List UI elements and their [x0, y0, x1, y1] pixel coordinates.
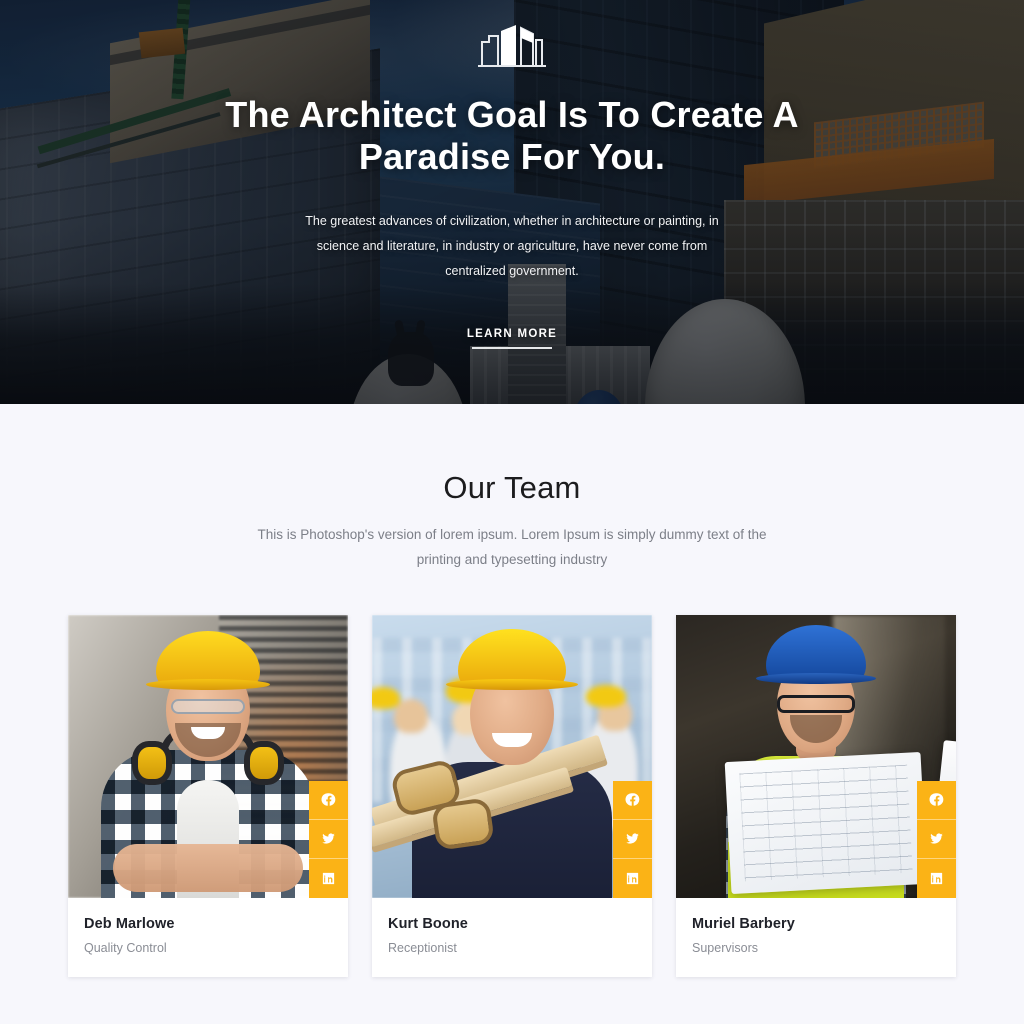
blueprint: [724, 751, 928, 894]
social-links: [917, 780, 956, 898]
hero-title: The Architect Goal Is To Create A Paradi…: [225, 94, 799, 178]
member-name: Muriel Barbery: [692, 915, 795, 932]
ear-defender-right: [244, 740, 284, 785]
hero-content: The Architect Goal Is To Create A Paradi…: [0, 0, 1024, 350]
safety-glasses: [171, 698, 245, 714]
learn-more-button[interactable]: LEARN MORE: [467, 328, 557, 347]
team-section: Our Team This is Photoshop's version of …: [0, 404, 1024, 977]
member-photo: [68, 614, 348, 898]
member-role: Quality Control: [84, 940, 167, 955]
person-illustration: [372, 615, 652, 898]
hero-subtitle: The greatest advances of civilization, w…: [305, 213, 719, 278]
hard-hat-brim: [146, 678, 270, 690]
team-heading: Our Team: [443, 470, 581, 505]
member-photo: [372, 614, 652, 898]
facebook-icon[interactable]: [917, 780, 956, 820]
team-card-list: Deb Marlowe Quality Control Kurt Boone R…: [0, 614, 1024, 977]
learn-more-underline: [472, 346, 552, 350]
social-links: [309, 780, 348, 898]
crossed-arms: [113, 843, 303, 892]
buildings-logo-icon: [0, 22, 1024, 68]
team-subheading: This is Photoshop's version of lorem ips…: [257, 527, 767, 567]
hard-hat-brim: [446, 678, 578, 690]
member-info: Muriel Barbery Supervisors: [676, 897, 956, 977]
member-name: Kurt Boone: [388, 915, 468, 932]
hero-cta-wrapper: LEARN MORE: [0, 328, 1024, 350]
twitter-icon[interactable]: [309, 819, 348, 859]
twitter-icon[interactable]: [613, 819, 652, 859]
person-illustration: [68, 615, 348, 898]
twitter-icon[interactable]: [917, 819, 956, 859]
member-photo: [676, 614, 956, 898]
linkedin-icon[interactable]: [309, 858, 348, 898]
member-role: Supervisors: [692, 940, 758, 955]
team-card[interactable]: Deb Marlowe Quality Control: [68, 614, 348, 977]
member-info: Deb Marlowe Quality Control: [68, 897, 348, 977]
hero-section: The Architect Goal Is To Create A Paradi…: [0, 0, 1024, 404]
ear-defender-left: [132, 740, 172, 785]
person-illustration: [676, 615, 956, 898]
social-links: [613, 780, 652, 898]
member-info: Kurt Boone Receptionist: [372, 897, 652, 977]
facebook-icon[interactable]: [309, 780, 348, 820]
team-card[interactable]: Kurt Boone Receptionist: [372, 614, 652, 977]
hard-hat-brim: [756, 672, 876, 684]
facebook-icon[interactable]: [613, 780, 652, 820]
linkedin-icon[interactable]: [917, 858, 956, 898]
work-glove: [431, 797, 495, 851]
member-name: Deb Marlowe: [84, 915, 175, 932]
member-role: Receptionist: [388, 940, 457, 955]
eyeglasses: [777, 694, 855, 713]
linkedin-icon[interactable]: [613, 858, 652, 898]
team-card[interactable]: Muriel Barbery Supervisors: [676, 614, 956, 977]
